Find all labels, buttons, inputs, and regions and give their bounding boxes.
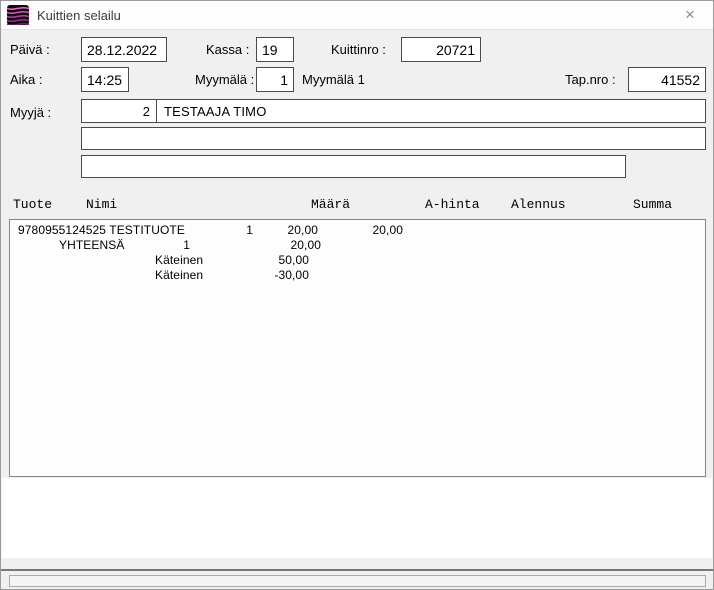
receipt-number-field[interactable] (401, 37, 481, 62)
table-header-row: Tuote Nimi Määrä A-hinta Alennus Summa (1, 197, 713, 212)
time-field[interactable] (81, 67, 129, 92)
register-label: Kassa : (206, 42, 250, 57)
receipt-cell: 1 (183, 238, 190, 252)
receipt-cell: Käteinen (155, 268, 204, 282)
header-quantity: Määrä (311, 197, 351, 212)
seller-name: TESTAAJA TIMO (164, 103, 267, 119)
date-label: Päivä : (10, 42, 50, 57)
window-title: Kuittien selailu (37, 7, 121, 23)
header-discount: Alennus (511, 197, 566, 212)
header-product: Tuote (13, 197, 53, 212)
header-sum: Summa (633, 197, 673, 212)
note-field-1[interactable] (81, 127, 706, 150)
app-logo-icon (7, 5, 29, 25)
receipt-browser-window: Kuittien selailu × Päivä : Kassa : Kuitt… (0, 0, 714, 590)
receipt-number-label: Kuittinro : (331, 42, 386, 57)
receipt-cell: -30,00 (274, 268, 309, 282)
header-name: Nimi (86, 197, 118, 212)
date-field[interactable] (81, 37, 167, 62)
receipt-lines-list[interactable]: 9780955124525 TESTITUOTE 1 20,00 20,00 YHTEE… (9, 219, 706, 477)
button-panel: OHJE F1 F2 HAE KOODI F4 ◀ F5 ▶ F6 Mitätö… (2, 478, 712, 558)
status-divider (1, 569, 713, 571)
receipt-line[interactable]: 9780955124525 TESTITUOTE 1 20,00 20,00 (10, 223, 705, 238)
title-bar[interactable]: Kuittien selailu × (1, 1, 713, 30)
note-field-2[interactable] (81, 155, 626, 178)
status-bar (9, 575, 706, 587)
close-icon[interactable]: × (678, 4, 702, 26)
receipt-cell: 50,00 (278, 253, 309, 267)
seller-number: 2 (82, 100, 157, 122)
receipt-cell: Käteinen (155, 253, 204, 267)
receipt-cell: 20,00 (287, 223, 318, 237)
store-field[interactable] (256, 67, 294, 92)
receipt-line[interactable]: Käteinen -30,00 (10, 268, 705, 283)
seller-label: Myyjä : (10, 105, 52, 120)
transaction-number-field[interactable] (628, 67, 706, 92)
seller-field[interactable]: 2 TESTAAJA TIMO (81, 99, 706, 123)
receipt-line[interactable]: YHTEENSÄ 1 20,00 (10, 238, 705, 253)
store-name-text: Myymälä 1 (302, 72, 365, 87)
receipt-cell: 9780955124525 TESTITUOTE (18, 223, 185, 237)
store-label: Myymälä : (195, 72, 255, 87)
register-field[interactable] (256, 37, 294, 62)
receipt-cell: 20,00 (290, 238, 321, 252)
transaction-number-label: Tap.nro : (565, 72, 616, 87)
time-label: Aika : (10, 72, 43, 87)
receipt-cell: 20,00 (372, 223, 403, 237)
header-unit-price: A-hinta (425, 197, 480, 212)
receipt-line[interactable]: Käteinen 50,00 (10, 253, 705, 268)
